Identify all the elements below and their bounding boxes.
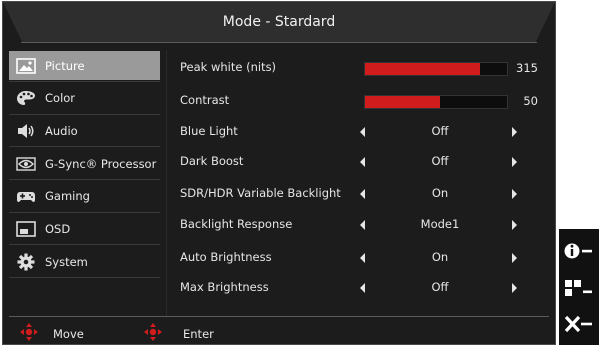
setting-value: Off: [431, 124, 449, 138]
sidebar-item-color[interactable]: Color: [9, 84, 160, 115]
setting-max-brightness[interactable]: Max Brightness Off: [180, 277, 550, 299]
title-divider: [21, 42, 537, 43]
palette-icon: [15, 89, 37, 107]
setting-label: Peak white (nits): [180, 60, 277, 74]
speaker-icon: [15, 122, 37, 140]
arrow-right-icon[interactable]: [512, 189, 517, 199]
move-hint: Move: [19, 323, 84, 344]
setting-value: 50: [523, 94, 538, 108]
enter-label: Enter: [183, 326, 214, 341]
peak-white-slider[interactable]: [364, 62, 508, 76]
arrow-right-icon[interactable]: [512, 253, 517, 263]
arrow-right-icon[interactable]: [512, 283, 517, 293]
sidebar: Picture Color Audio G-Sync® Processor Ga…: [9, 51, 160, 280]
input-icon: [564, 278, 594, 302]
setting-label: Contrast: [180, 93, 230, 107]
slider-fill: [365, 63, 481, 75]
sidebar-item-label: Audio: [45, 123, 78, 138]
setting-label: SDR/HDR Variable Backlight: [180, 186, 341, 200]
osd-menu: Mode - Stardard Picture Color Audio G-Sy…: [2, 1, 556, 345]
setting-value: Mode1: [420, 217, 460, 231]
setting-backlight-response[interactable]: Backlight Response Mode1: [180, 214, 550, 236]
setting-label: Auto Brightness: [180, 250, 272, 264]
setting-dark-boost[interactable]: Dark Boost Off: [180, 151, 550, 173]
joystick-move-icon: [19, 323, 39, 344]
exit-button[interactable]: [559, 311, 599, 341]
arrow-right-icon[interactable]: [512, 127, 517, 137]
setting-variable-backlight[interactable]: SDR/HDR Variable Backlight On: [180, 183, 550, 205]
arrow-left-icon[interactable]: [360, 253, 365, 263]
title-bar: Mode - Stardard: [3, 2, 555, 42]
sidebar-item-label: Gaming: [45, 189, 90, 204]
picture-icon: [15, 57, 37, 75]
sidebar-divider: [166, 50, 167, 316]
arrow-left-icon[interactable]: [360, 157, 365, 167]
sidebar-item-picture[interactable]: Picture: [9, 51, 160, 82]
joystick-enter-icon: [143, 323, 163, 344]
sidebar-item-osd[interactable]: OSD: [9, 214, 160, 246]
setting-contrast[interactable]: Contrast 50: [180, 90, 550, 112]
arrow-right-icon[interactable]: [512, 220, 517, 230]
hotkey-panel: [559, 229, 599, 345]
exit-icon: [564, 314, 594, 338]
osd-icon: [15, 220, 37, 238]
arrow-left-icon[interactable]: [360, 189, 365, 199]
arrow-left-icon[interactable]: [360, 283, 365, 293]
nvidia-eye-icon: [15, 155, 37, 173]
sidebar-item-gsync[interactable]: G-Sync® Processor: [9, 149, 160, 181]
setting-value: 315: [516, 61, 538, 75]
gear-icon: [15, 253, 37, 271]
sidebar-item-gaming[interactable]: Gaming: [9, 182, 160, 213]
setting-value: Off: [431, 280, 449, 294]
sidebar-item-audio[interactable]: Audio: [9, 116, 160, 148]
arrow-left-icon[interactable]: [360, 220, 365, 230]
setting-value: On: [431, 186, 449, 200]
setting-value: On: [431, 250, 449, 264]
enter-hint: Enter: [143, 323, 214, 344]
sidebar-item-label: Picture: [45, 58, 85, 73]
info-icon: [564, 241, 594, 265]
arrow-right-icon[interactable]: [512, 157, 517, 167]
sidebar-item-label: OSD: [45, 221, 71, 236]
footer-hints: Move Enter: [9, 320, 549, 342]
setting-blue-light[interactable]: Blue Light Off: [180, 121, 550, 143]
contrast-slider[interactable]: [364, 95, 508, 109]
setting-label: Blue Light: [180, 124, 238, 138]
gamepad-icon: [15, 187, 37, 205]
setting-label: Dark Boost: [180, 154, 244, 168]
footer-divider: [9, 316, 549, 317]
setting-peak-white[interactable]: Peak white (nits) 315: [180, 57, 550, 79]
page-title: Mode - Stardard: [222, 14, 336, 30]
setting-label: Backlight Response: [180, 217, 293, 231]
arrow-left-icon[interactable]: [360, 127, 365, 137]
setting-auto-brightness[interactable]: Auto Brightness On: [180, 247, 550, 269]
input-button[interactable]: [559, 275, 599, 305]
sidebar-item-label: Color: [45, 91, 76, 106]
info-button[interactable]: [559, 238, 599, 268]
setting-value: Off: [431, 154, 449, 168]
slider-fill: [365, 96, 441, 108]
sidebar-item-label: G-Sync® Processor: [45, 156, 157, 171]
setting-label: Max Brightness: [180, 280, 269, 294]
move-label: Move: [53, 326, 84, 341]
sidebar-item-system[interactable]: System: [9, 247, 160, 279]
sidebar-item-label: System: [45, 254, 88, 269]
